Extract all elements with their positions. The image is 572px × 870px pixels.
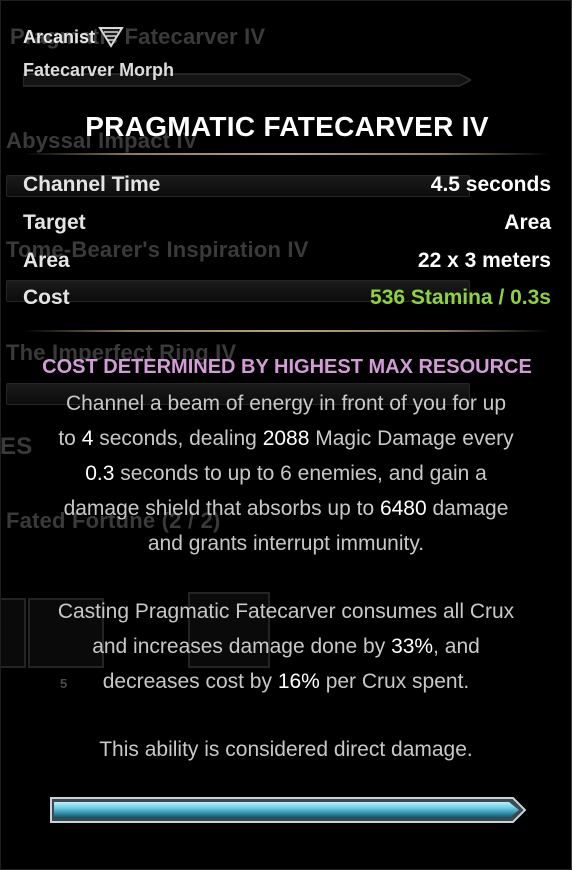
stats-divider [23, 330, 549, 332]
desc-number: 33% [391, 635, 434, 658]
description-line: and increases damage done by 33%, and [11, 629, 561, 664]
description-crux: Casting Pragmatic Fatecarver consumes al… [11, 594, 561, 699]
cost-note: COST DETERMINED BY HIGHEST MAX RESOURCE [42, 356, 532, 378]
desc-number: 6480 [379, 497, 427, 520]
class-header: Arcanist [23, 25, 124, 49]
desc-text: decreases cost by [102, 670, 278, 693]
desc-text: per Crux spent. [319, 670, 470, 693]
title-divider [23, 153, 549, 155]
desc-number: 4 [81, 427, 94, 450]
desc-text: , and [433, 635, 480, 658]
description-line: decreases cost by 16% per Crux spent. [11, 664, 561, 699]
stat-row-cost: Cost 536 Stamina / 0.3s [23, 286, 551, 316]
desc-text: Casting Pragmatic Fatecarver consumes al… [57, 600, 515, 623]
desc-text: damage [426, 497, 509, 520]
stat-value: 4.5 seconds [430, 173, 551, 196]
description-line: Casting Pragmatic Fatecarver consumes al… [11, 594, 561, 629]
desc-text: and increases damage done by [92, 635, 392, 658]
morph-label: Fatecarver Morph [23, 60, 175, 80]
desc-text: seconds, dealing [93, 427, 263, 450]
description-direct-damage: This ability is considered direct damage… [99, 738, 473, 761]
stat-row-target: Target Area [23, 211, 551, 241]
description-line: Channel a beam of energy in front of you… [11, 386, 561, 421]
desc-text: Magic Damage every [309, 427, 514, 450]
stat-value: Area [504, 211, 551, 234]
arcanist-emblem-icon [98, 27, 124, 48]
ability-title: PRAGMATIC FATECARVER IV [85, 111, 489, 142]
desc-text: Channel a beam of energy in front of you… [65, 392, 507, 415]
stat-label: Area [23, 249, 70, 272]
description-line: to 4 seconds, dealing 2088 Magic Damage … [11, 421, 561, 456]
description-line: 0.3 seconds to up to 6 enemies, and gain… [11, 456, 561, 491]
stat-label: Channel Time [23, 173, 161, 196]
desc-text: to [58, 427, 82, 450]
progress-fill [54, 802, 519, 818]
description-line: and grants interrupt immunity. [11, 526, 561, 561]
desc-text: seconds to up to 6 enemies, and gain a [114, 462, 487, 485]
stat-row-channel-time: Channel Time 4.5 seconds [23, 173, 551, 203]
cost-value: 536 Stamina / 0.3s [370, 286, 551, 309]
desc-text: damage shield that absorbs up to [63, 497, 380, 520]
desc-number: 2088 [262, 427, 310, 450]
desc-text: and grants interrupt immunity. [147, 532, 425, 555]
stat-label: Target [23, 211, 86, 234]
stat-row-area: Area 22 x 3 meters [23, 249, 551, 279]
stat-label: Cost [23, 286, 70, 309]
stat-value: 22 x 3 meters [417, 249, 551, 272]
ability-tooltip: Arcanist Fatecarver Morph PRAGMATIC FATE… [0, 0, 572, 870]
description-main: Channel a beam of energy in front of you… [11, 386, 561, 561]
ability-progress-bar [50, 797, 527, 823]
desc-number: 16% [277, 670, 320, 693]
desc-number: 0.3 [85, 462, 115, 485]
class-name: Arcanist [23, 26, 96, 47]
description-line: damage shield that absorbs up to 6480 da… [11, 491, 561, 526]
